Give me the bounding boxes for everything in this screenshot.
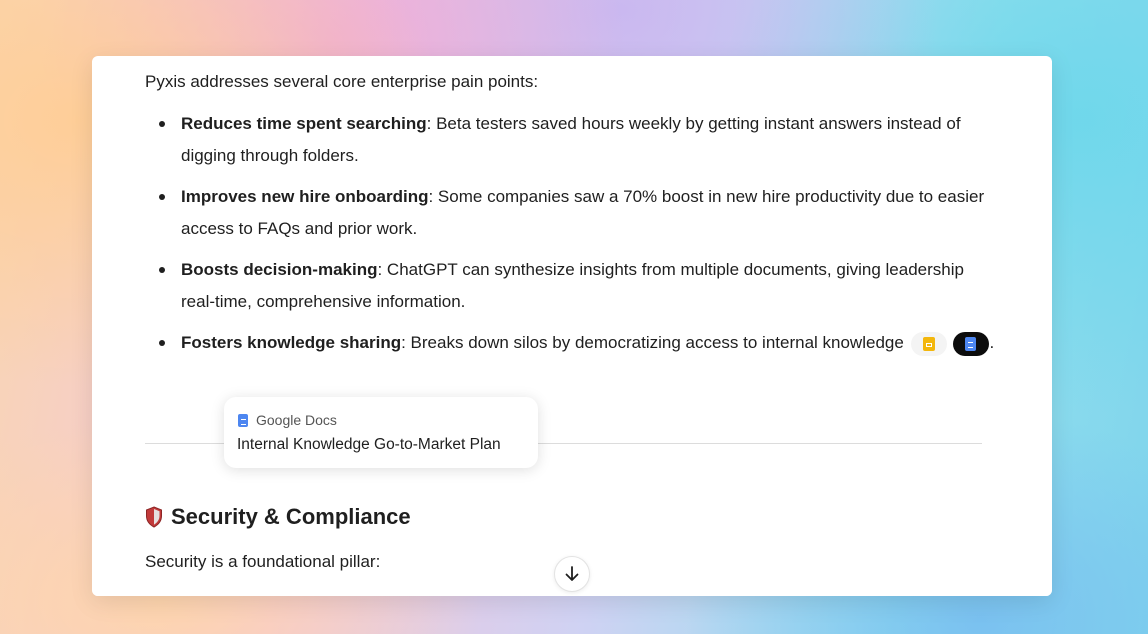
list-item: Improves new hire onboarding: Some compa… [145, 181, 995, 244]
list-item-term: Boosts decision-making [181, 260, 378, 279]
citation-chips [910, 331, 989, 356]
scroll-down-button[interactable] [554, 556, 590, 592]
arrow-down-icon [565, 566, 579, 581]
tooltip-source-label: Google Docs [256, 412, 337, 428]
citation-tooltip[interactable]: Google Docs Internal Knowledge Go-to-Mar… [224, 397, 538, 468]
list-item-term: Improves new hire onboarding [181, 187, 429, 206]
response-card: Pyxis addresses several core enterprise … [92, 56, 1052, 596]
tooltip-doc-title[interactable]: Internal Knowledge Go-to-Market Plan [237, 436, 501, 454]
section-heading: Security & Compliance [145, 504, 411, 530]
citation-chip-slides[interactable] [910, 331, 947, 356]
list-item-text: : Breaks down silos by democratizing acc… [401, 333, 904, 352]
section-title: Security & Compliance [171, 504, 411, 529]
intro-text: Pyxis addresses several core enterprise … [145, 72, 539, 91]
list-item: Boosts decision-making: ChatGPT can synt… [145, 254, 995, 317]
google-slides-icon [922, 336, 935, 351]
list-item: Reduces time spent searching: Beta teste… [145, 108, 995, 171]
pain-points-list: Reduces time spent searching: Beta teste… [145, 108, 995, 369]
shield-icon [146, 506, 162, 528]
google-docs-icon [238, 413, 248, 427]
section-body-text: Security is a foundational pillar: [145, 552, 381, 571]
tooltip-source: Google Docs [238, 412, 337, 428]
list-item-end: . [989, 333, 995, 352]
list-item-term: Fosters knowledge sharing [181, 333, 402, 352]
list-item: Fosters knowledge sharing: Breaks down s… [145, 327, 995, 359]
google-docs-icon [965, 336, 977, 351]
list-item-term: Reduces time spent searching [181, 114, 427, 133]
citation-chip-docs[interactable] [952, 331, 989, 356]
